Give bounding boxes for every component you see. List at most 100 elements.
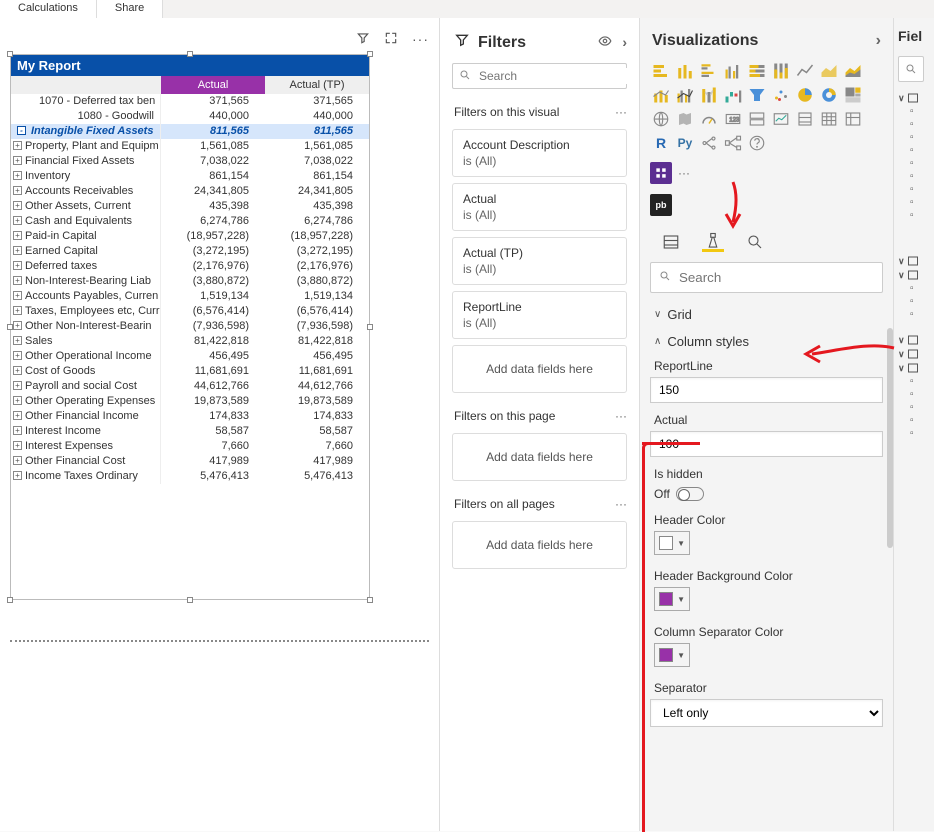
fields-table-item[interactable]: ∨ (898, 348, 930, 360)
expand-icon[interactable]: + (13, 336, 22, 345)
table-row[interactable]: +Accounts Receivables24,341,80524,341,80… (11, 184, 369, 199)
expand-icon[interactable]: + (13, 306, 22, 315)
resize-handle[interactable] (367, 51, 373, 57)
line-stacked-column-icon[interactable] (650, 84, 672, 106)
more-icon[interactable]: ··· (615, 409, 627, 423)
stacked-area-icon[interactable] (842, 60, 864, 82)
expand-icon[interactable]: + (13, 366, 22, 375)
expand-icon[interactable]: + (13, 156, 22, 165)
table-row[interactable]: +Other Assets, Current435,398435,398 (11, 199, 369, 214)
stacked-column-icon[interactable] (674, 60, 696, 82)
resize-handle[interactable] (367, 597, 373, 603)
table-row[interactable]: +Other Financial Cost417,989417,989 (11, 454, 369, 469)
table-row[interactable]: +Financial Fixed Assets7,038,0227,038,02… (11, 154, 369, 169)
table-row[interactable]: +Other Operating Expenses19,873,58919,87… (11, 394, 369, 409)
expand-icon[interactable]: + (13, 201, 22, 210)
filled-map-icon[interactable] (674, 108, 696, 130)
clustered-bar-icon[interactable] (698, 60, 720, 82)
expand-icon[interactable]: + (13, 261, 22, 270)
section-column-styles[interactable]: ∧Column styles (640, 328, 893, 355)
expand-icon[interactable]: + (13, 246, 22, 255)
line-clustered-column-icon[interactable] (674, 84, 696, 106)
col-header-actual[interactable]: Actual (161, 76, 265, 94)
header-bg-picker[interactable]: ▼ (654, 587, 690, 611)
fields-column-item[interactable]: ▫ (898, 184, 930, 195)
visual-drop-area[interactable]: Add data fields here (452, 345, 627, 393)
funnel-icon[interactable] (746, 84, 768, 106)
table-row[interactable]: 1080 - Goodwill440,000440,000 (11, 109, 369, 124)
fields-column-item[interactable]: ▫ (898, 296, 930, 307)
fields-column-item[interactable]: ▫ (898, 119, 930, 130)
map-icon[interactable] (650, 108, 672, 130)
fields-table-item[interactable]: ∨ (898, 362, 930, 374)
resize-handle[interactable] (7, 597, 13, 603)
focus-mode-icon[interactable] (384, 31, 398, 48)
fields-column-item[interactable]: ▫ (898, 389, 930, 400)
fields-search[interactable] (898, 56, 924, 82)
resize-handle[interactable] (187, 51, 193, 57)
fields-column-item[interactable]: ▫ (898, 309, 930, 320)
table-row[interactable]: +Non-Interest-Bearing Liab(3,880,872)(3,… (11, 274, 369, 289)
format-search-input[interactable] (677, 269, 874, 286)
tab-calculations[interactable]: Calculations (0, 0, 97, 18)
filter-card[interactable]: Account Descriptionis (All) (452, 129, 627, 177)
reportline-width-input[interactable] (650, 377, 883, 403)
separator-select[interactable]: Left only (650, 699, 883, 727)
collapse-pane-icon[interactable]: › (622, 34, 627, 51)
table-row[interactable]: +Cost of Goods11,681,69111,681,691 (11, 364, 369, 379)
fields-table-item[interactable]: ∨ (898, 334, 930, 346)
table-row[interactable]: -Intangible Fixed Assets811,565811,565 (11, 124, 369, 139)
table-row[interactable]: +Inventory861,154861,154 (11, 169, 369, 184)
filter-card[interactable]: Actual (TP)is (All) (452, 237, 627, 285)
expand-icon[interactable]: + (13, 441, 22, 450)
resize-handle[interactable] (7, 51, 13, 57)
area-chart-icon[interactable] (818, 60, 840, 82)
table-row[interactable]: +Other Operational Income456,495456,495 (11, 349, 369, 364)
clustered-column-icon[interactable] (722, 60, 744, 82)
visual-container[interactable]: My Report Actual Actual (TP) 1070 - Defe… (10, 54, 370, 600)
filter-card[interactable]: Actualis (All) (452, 183, 627, 231)
table-row[interactable]: +Income Taxes Ordinary5,476,4135,476,413 (11, 469, 369, 484)
scrollbar[interactable] (887, 328, 893, 548)
fields-column-item[interactable]: ▫ (898, 402, 930, 413)
pie-chart-icon[interactable] (794, 84, 816, 106)
format-tab-icon[interactable] (702, 232, 724, 252)
fields-column-item[interactable]: ▫ (898, 415, 930, 426)
expand-icon[interactable]: + (13, 276, 22, 285)
expand-icon[interactable]: + (13, 351, 22, 360)
table-row[interactable]: +Sales81,422,81881,422,818 (11, 334, 369, 349)
fields-column-item[interactable]: ▫ (898, 106, 930, 117)
header-color-picker[interactable]: ▼ (654, 531, 690, 555)
is-hidden-toggle[interactable] (676, 487, 704, 501)
table-row[interactable]: +Property, Plant and Equipm1,561,0851,56… (11, 139, 369, 154)
line-chart-icon[interactable] (794, 60, 816, 82)
expand-icon[interactable]: + (13, 456, 22, 465)
fields-column-item[interactable]: ▫ (898, 171, 930, 182)
stacked-bar-100-icon[interactable] (746, 60, 768, 82)
expand-icon[interactable]: + (13, 291, 22, 300)
multi-card-icon[interactable] (746, 108, 768, 130)
hide-pane-icon[interactable] (598, 34, 612, 51)
table-icon[interactable] (818, 108, 840, 130)
col-sep-color-picker[interactable]: ▼ (654, 643, 690, 667)
expand-icon[interactable]: + (13, 186, 22, 195)
table-row[interactable]: +Other Non-Interest-Bearin(7,936,598)(7,… (11, 319, 369, 334)
ribbon-chart-icon[interactable] (698, 84, 720, 106)
scatter-icon[interactable] (770, 84, 792, 106)
expand-icon[interactable]: + (13, 171, 22, 180)
treemap-icon[interactable] (842, 84, 864, 106)
python-visual-icon[interactable]: Py (674, 132, 696, 154)
more-options-icon[interactable]: ··· (412, 31, 429, 47)
report-canvas[interactable]: ··· My Report Actual Actual (TP) 1070 - … (0, 18, 440, 831)
collapse-pane-icon[interactable]: › (876, 32, 881, 50)
table-row[interactable]: +Deferred taxes(2,176,976)(2,176,976) (11, 259, 369, 274)
filter-search[interactable] (452, 63, 627, 89)
fields-column-item[interactable]: ▫ (898, 283, 930, 294)
fields-column-item[interactable]: ▫ (898, 210, 930, 221)
fields-column-item[interactable]: ▫ (898, 376, 930, 387)
table-row[interactable]: +Interest Expenses7,6607,660 (11, 439, 369, 454)
expand-icon[interactable]: + (13, 231, 22, 240)
expand-icon[interactable]: - (17, 126, 26, 135)
fields-table-item[interactable]: ∨ (898, 92, 930, 104)
fields-table-item[interactable]: ∨ (898, 269, 930, 281)
